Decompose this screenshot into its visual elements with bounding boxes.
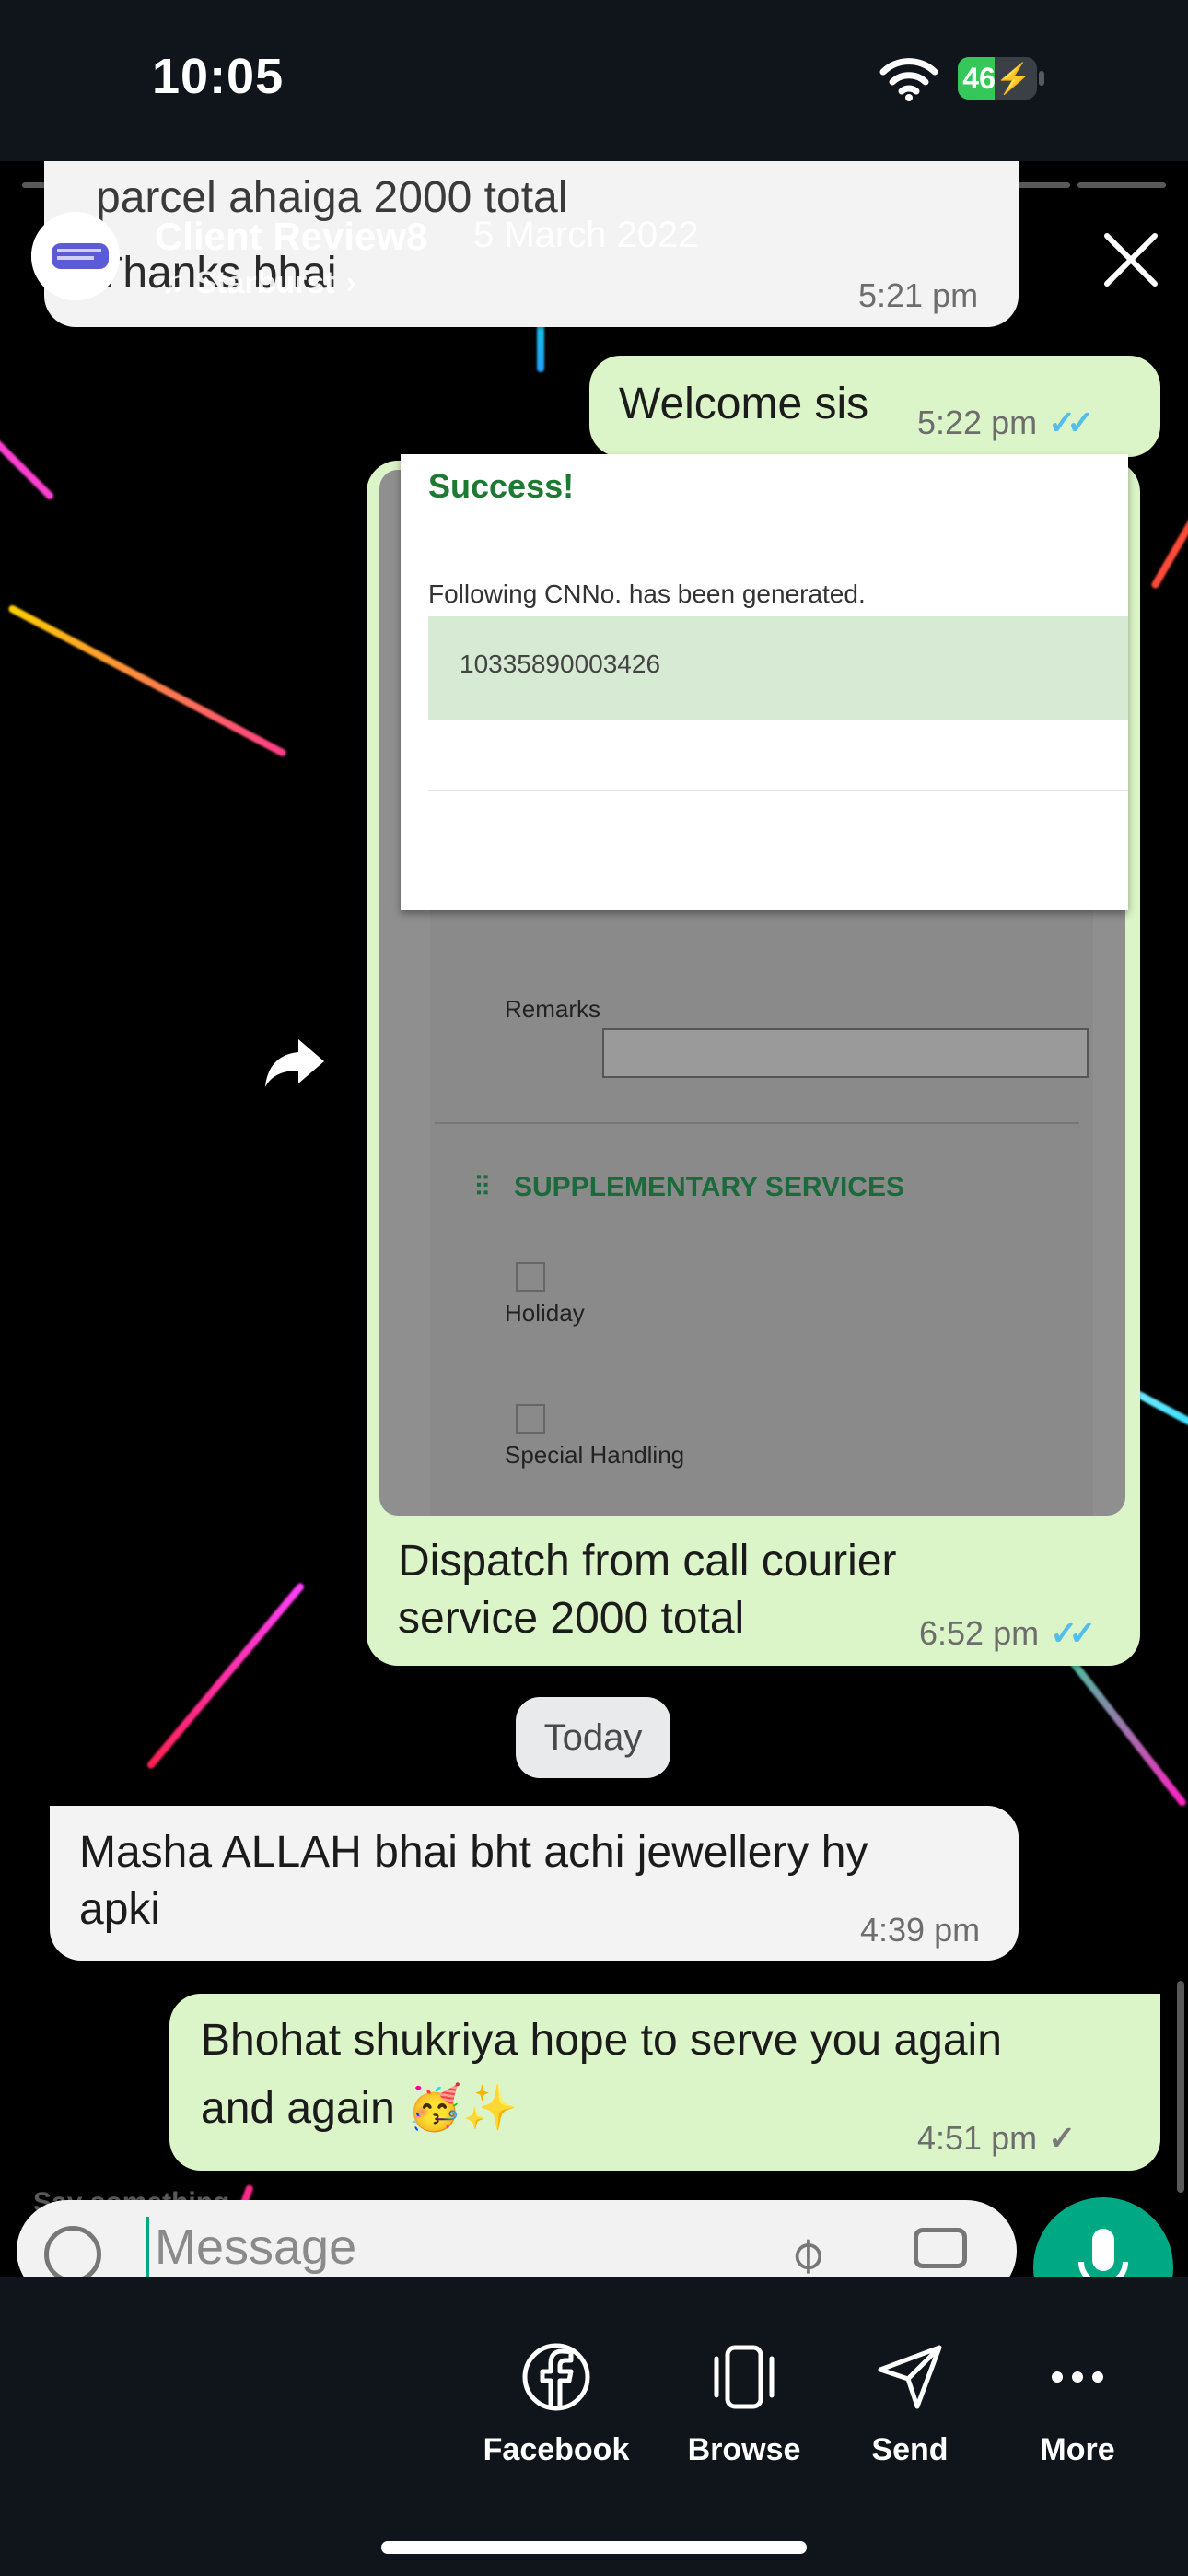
chevron-right-icon: ›: [345, 265, 356, 300]
remarks-field: [602, 1028, 1089, 1078]
message-time-text: 6:52 pm: [919, 1614, 1040, 1652]
message-text: Welcome sis: [619, 380, 869, 428]
music-label: Starburst: [195, 265, 335, 300]
battery-icon: 46 ⚡: [958, 57, 1037, 100]
facebook-action[interactable]: Facebook: [473, 2340, 639, 2468]
date-divider: Today: [516, 1697, 670, 1778]
wifi-icon: [879, 57, 938, 106]
story-username[interactable]: Client Review8: [155, 215, 427, 259]
attach-icon[interactable]: ⌀: [774, 2222, 836, 2285]
status-time: 10:05: [152, 49, 285, 104]
more-action[interactable]: More: [995, 2340, 1160, 2468]
story-date: 5 March 2022: [473, 215, 699, 255]
starburst-streak: [146, 1581, 306, 1771]
divider: [428, 790, 1128, 791]
story-avatar[interactable]: [31, 212, 120, 300]
emoji-icon[interactable]: [44, 2226, 101, 2283]
story-progress-segment: [1077, 182, 1167, 188]
music-icon: ♫: [161, 265, 185, 300]
services-icon: ⫶⫶: [475, 1172, 489, 1202]
sent-tick-icon: ✓: [1048, 2119, 1077, 2157]
divider: [435, 1122, 1079, 1124]
read-ticks-icon: ✓✓: [1050, 1614, 1096, 1652]
camera-icon[interactable]: [914, 2228, 967, 2268]
action-label: Browse: [687, 2432, 801, 2467]
starburst-streak: [7, 603, 287, 758]
success-title: Success!: [428, 467, 575, 505]
action-label: Send: [871, 2432, 949, 2467]
message-input[interactable]: Message: [155, 2219, 356, 2276]
special-handling-checkbox: [516, 1404, 545, 1434]
story-music[interactable]: ♫ Starburst ›: [161, 265, 356, 301]
message-time-text: 4:39 pm: [860, 1911, 981, 1949]
remarks-label: Remarks: [505, 995, 601, 1023]
starburst-streak: [1150, 514, 1188, 590]
action-label: Facebook: [483, 2432, 630, 2467]
starburst-streak: [0, 437, 55, 501]
home-indicator[interactable]: [381, 2541, 807, 2554]
success-dialog: Success! Following CNNo. has been genera…: [401, 454, 1128, 910]
close-button[interactable]: [1098, 227, 1164, 293]
message-time: 4:51 pm ✓: [917, 2119, 1076, 2158]
forward-icon[interactable]: [262, 1034, 328, 1097]
message-time: 5:22 pm ✓✓: [917, 404, 1094, 442]
message-time-text: 4:51 pm: [917, 2119, 1038, 2157]
message-time: 4:39 pm: [860, 1911, 980, 1950]
message-time: 6:52 pm ✓✓: [919, 1614, 1096, 1653]
browse-action[interactable]: Browse: [661, 2340, 827, 2468]
holiday-checkbox: [516, 1262, 545, 1292]
message-caption: service 2000 total: [398, 1594, 745, 1643]
more-icon: [1052, 2371, 1103, 2383]
scrollbar[interactable]: [1177, 1981, 1184, 2193]
browse-icon: [714, 2345, 775, 2409]
special-handling-label: Special Handling: [505, 1441, 685, 1469]
message-caption: Dispatch from call courier: [398, 1537, 897, 1586]
message-text: Masha ALLAH bhai bht achi jewellery hy: [79, 1828, 868, 1877]
action-label: More: [1040, 2432, 1115, 2467]
message-text: apki: [79, 1885, 161, 1934]
composer-caret: [146, 2217, 149, 2283]
close-icon: [1104, 233, 1158, 287]
send-icon: [878, 2345, 942, 2409]
facebook-icon: [522, 2343, 590, 2411]
supplementary-title: SUPPLEMENTARY SERVICES: [514, 1172, 904, 1202]
battery-level: 46 ⚡: [962, 61, 1032, 96]
message-text: and again 🥳✨: [201, 2084, 518, 2133]
holiday-label: Holiday: [505, 1299, 585, 1327]
send-action[interactable]: Send: [827, 2340, 993, 2468]
battery-cap: [1039, 71, 1044, 86]
read-ticks-icon: ✓✓: [1048, 404, 1094, 441]
message-text: Bhohat shukriya hope to serve you again: [201, 2016, 1002, 2065]
message-time: 5:21 pm: [858, 276, 978, 315]
cn-label: Following CNNo. has been generated.: [428, 580, 866, 608]
cn-number: 10335890003426: [460, 650, 661, 678]
message-time-text: 5:22 pm: [917, 404, 1038, 441]
message-time-text: 5:21 pm: [858, 276, 979, 314]
